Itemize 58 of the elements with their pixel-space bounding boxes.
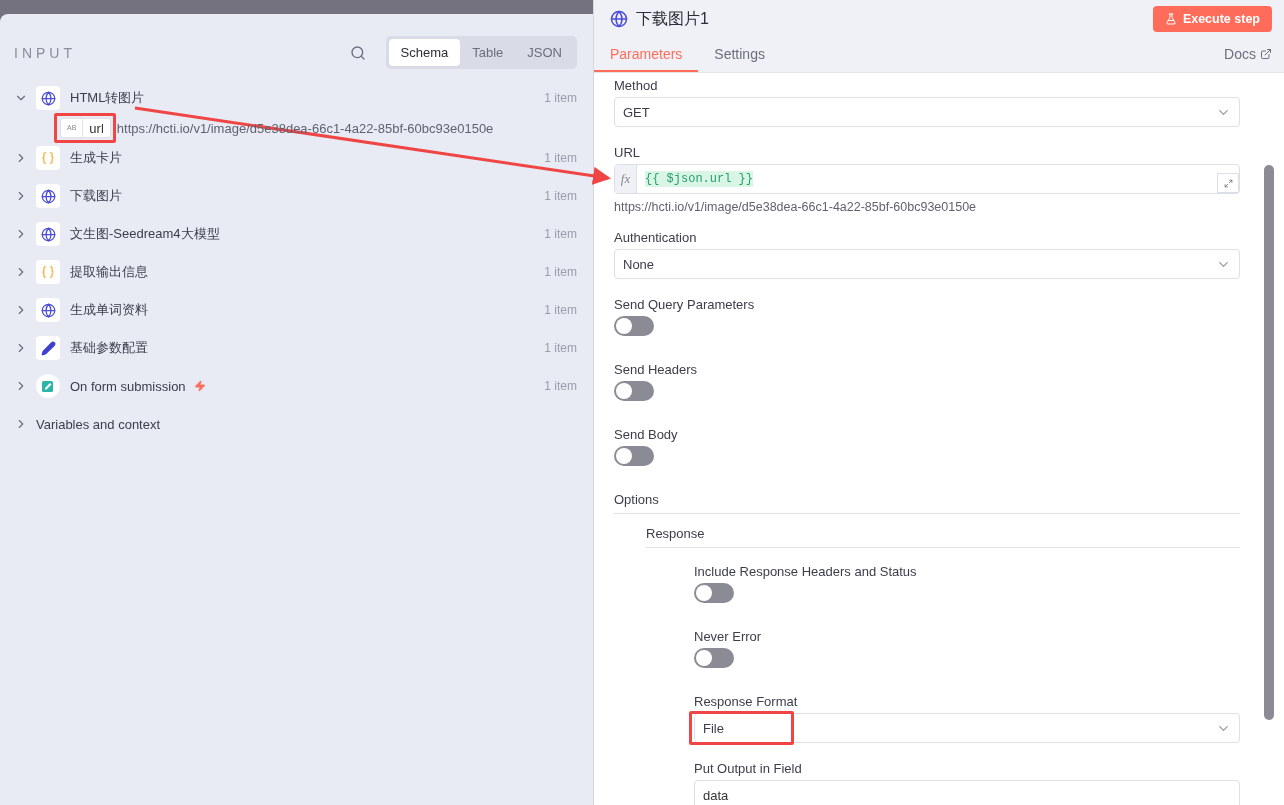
flask-icon <box>1164 13 1177 25</box>
field-label: Never Error <box>694 629 763 644</box>
docs-link[interactable]: Docs <box>1224 46 1272 72</box>
view-tab[interactable]: JSON <box>515 39 574 66</box>
item-count: 1 item <box>544 265 577 279</box>
field-label: URL <box>614 145 641 160</box>
node-title: 下载图片1 <box>636 8 709 29</box>
field-label: Response Format <box>694 694 799 709</box>
node-label[interactable]: 生成单词资料 <box>70 301 148 319</box>
panel-title: INPUT <box>14 44 76 61</box>
field-label: Send Body <box>614 427 679 442</box>
field-label: Include Response Headers and Status <box>694 564 918 579</box>
scrollbar[interactable] <box>1264 165 1274 720</box>
field-name: url <box>88 120 105 136</box>
toggle-switch[interactable] <box>614 446 654 466</box>
node-label[interactable]: 生成卡片 <box>70 149 122 167</box>
item-count: 1 item <box>544 303 577 317</box>
expand-icon <box>1223 178 1233 188</box>
item-count: 1 item <box>544 227 577 241</box>
field-label: Put Output in Field <box>694 761 803 776</box>
form-icon <box>41 379 55 393</box>
panel-tab[interactable]: Settings <box>698 46 781 72</box>
fx-label: fx <box>615 165 637 193</box>
field-label: Authentication <box>614 230 698 245</box>
section-heading: Response <box>646 526 1240 548</box>
toggle-switch[interactable] <box>614 381 654 401</box>
braces-icon <box>41 151 55 165</box>
input-field[interactable]: data <box>694 780 1240 805</box>
toggle-switch[interactable] <box>694 648 734 668</box>
item-count: 1 item <box>544 189 577 203</box>
node-label[interactable]: 基础参数配置 <box>70 339 148 357</box>
field-label: Send Query Parameters <box>614 297 756 312</box>
field-label: Send Headers <box>614 362 699 377</box>
node-label[interactable]: 文生图-Seedream4大模型 <box>70 225 220 243</box>
select-field[interactable]: GET <box>614 97 1240 127</box>
view-tab[interactable]: Table <box>460 39 516 66</box>
item-count: 1 item <box>544 91 577 105</box>
item-count: 1 item <box>544 341 577 355</box>
item-count: 1 item <box>544 379 577 393</box>
node-label[interactable]: HTML转图片 <box>70 89 145 107</box>
item-count: 1 item <box>544 151 577 165</box>
toggle-switch[interactable] <box>614 316 654 336</box>
expression-result: https://hcti.io/v1/image/d5e38dea-66c1-4a22-85bf-60bc93e0150e <box>614 200 978 214</box>
search-icon[interactable] <box>349 44 366 61</box>
view-tab[interactable]: Schema <box>388 39 461 66</box>
select-field[interactable]: None <box>614 249 1240 279</box>
external-link-icon <box>1260 48 1272 60</box>
node-label[interactable]: On form submission <box>70 378 186 394</box>
section-heading: Options <box>614 492 1240 514</box>
globe-icon <box>610 10 628 28</box>
node-label[interactable]: 下载图片 <box>70 187 122 205</box>
braces-icon <box>41 265 55 279</box>
node-label[interactable]: 提取输出信息 <box>70 263 148 281</box>
node-label[interactable]: Variables and context <box>36 416 161 432</box>
toggle-switch[interactable] <box>694 583 734 603</box>
expand-button[interactable] <box>1217 173 1239 193</box>
field-label: Method <box>614 78 659 93</box>
expression-value: {{ $json.url }} <box>645 171 754 187</box>
